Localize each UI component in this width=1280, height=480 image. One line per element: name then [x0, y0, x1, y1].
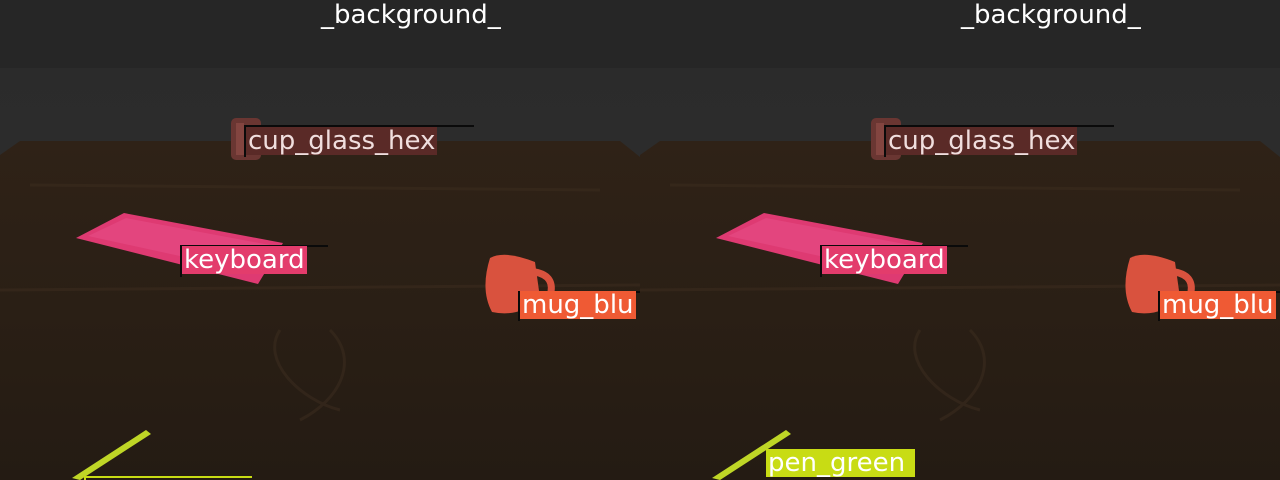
pen-green-label: pen_green: [766, 449, 916, 477]
cup-glass-hex-label: cup_glass_hex: [246, 126, 438, 156]
mug-blu-label: mug_blu: [1160, 290, 1276, 320]
background-label: _background_: [321, 0, 501, 30]
cup-glass-hex-label: cup_glass_hex: [886, 126, 1078, 156]
keyboard-label: keyboard: [182, 245, 307, 275]
segmentation-view-left: _background_ cup_glass_hex keyboard mug_…: [0, 0, 640, 480]
segmentation-view-right: _background_ cup_glass_hex keyboard mug_…: [640, 0, 1280, 480]
scene-graphics: [0, 118, 640, 480]
pen-bbox-corner: [84, 476, 252, 480]
background-label: _background_: [961, 0, 1141, 30]
mug-blu-label: mug_blu: [520, 290, 636, 320]
scene-graphics: [640, 118, 1280, 480]
keyboard-label: keyboard: [822, 245, 947, 275]
